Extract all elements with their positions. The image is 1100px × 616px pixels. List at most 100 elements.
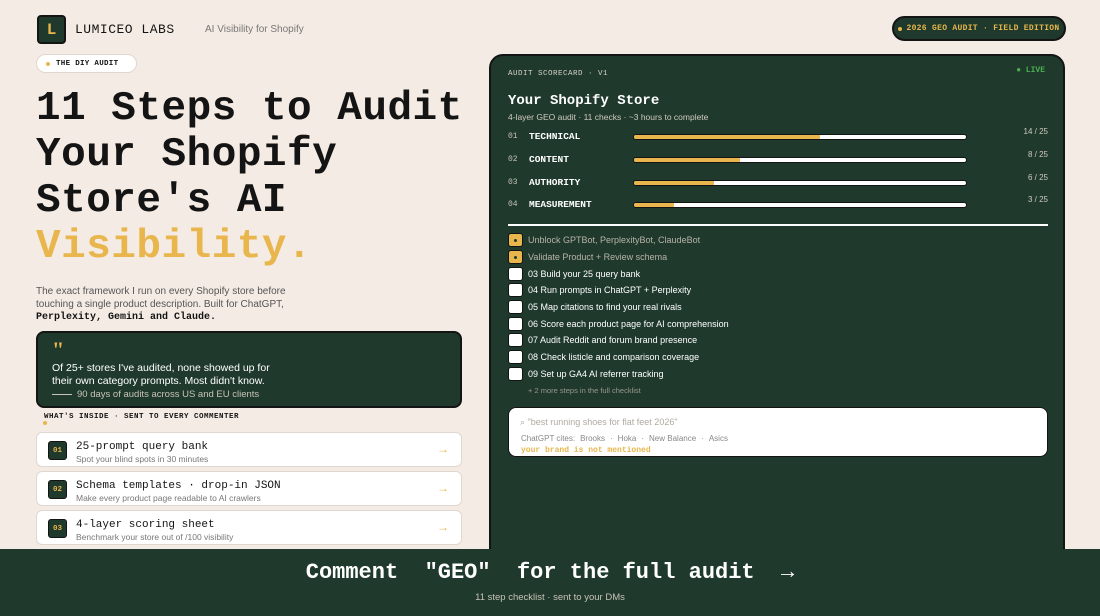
inside-label-text: WHAT'S INSIDE · SENT TO EVERY COMMENTER: [44, 413, 240, 421]
intro-text: The exact framework I run on every Shopi…: [36, 285, 326, 324]
scorecard-subtitle: 4-layer GEO audit · 11 checks · ~3 hours…: [508, 112, 709, 122]
layer-progress-fill: [634, 158, 741, 162]
inside-item-query-bank[interactable]: 01 25-prompt query bank Spot your blind …: [36, 432, 462, 467]
headline: 11 Steps to Audit Your Shopify Store's A…: [36, 86, 463, 270]
layer-score: 14 / 25: [1023, 127, 1048, 136]
layer-number: 01: [508, 132, 518, 141]
checkbox-checked[interactable]: [508, 250, 523, 265]
layer-progress-bar: [633, 157, 967, 163]
arrow-right-icon: →: [437, 442, 449, 456]
layer-progress-fill: [634, 203, 674, 207]
checklist-item-text: 03 Build your 25 query bank: [528, 268, 641, 279]
cited-brand: Asics: [708, 434, 728, 443]
arrow-right-icon: →: [437, 481, 449, 495]
checkbox[interactable]: [508, 333, 523, 348]
checklist-item[interactable]: Unblock GPTBot, PerplexityBot, ClaudeBot: [508, 232, 908, 249]
checklist-item[interactable]: 04 Run prompts in ChatGPT + Perplexity: [508, 282, 908, 299]
checkbox[interactable]: [508, 350, 523, 365]
item-title: Schema templates · drop-in JSON: [76, 480, 281, 492]
item-subtitle: Make every product page readable to AI c…: [76, 493, 261, 503]
checklist-item[interactable]: 06 Score each product page for AI compre…: [508, 315, 908, 332]
checklist-item-text: Unblock GPTBot, PerplexityBot, ClaudeBot: [528, 235, 701, 246]
inside-item-schema-templates[interactable]: 02 Schema templates · drop-in JSON Make …: [36, 471, 462, 506]
diy-audit-pill: THE DIY AUDIT: [36, 54, 137, 73]
whats-inside-label: WHAT'S INSIDE · SENT TO EVERY COMMENTER: [44, 413, 239, 421]
checkbox[interactable]: [508, 366, 523, 381]
checklist-item-text: 06 Score each product page for AI compre…: [528, 318, 729, 329]
cta-footer: Comment "GEO" for the full audit → 11 st…: [0, 549, 1100, 616]
separator: ·: [610, 434, 613, 443]
headline-line-3: Store's AI: [36, 178, 288, 224]
layer-technical: 01 TECHNICAL 14 / 25: [508, 127, 1048, 144]
arrow-right-icon: →: [437, 520, 449, 534]
inside-item-scoring-sheet[interactable]: 03 4-layer scoring sheet Benchmark your …: [36, 510, 462, 545]
inside-dot-icon: [43, 421, 47, 425]
intro-strong: Perplexity, Gemini and Claude.: [36, 312, 217, 323]
cta-subtext: 11 step checklist · sent to your DMs: [475, 592, 625, 603]
layer-name: MEASUREMENT: [529, 199, 592, 210]
logo-mark: L: [37, 15, 66, 44]
item-number: 03: [48, 519, 67, 538]
scorecard-title: Your Shopify Store: [508, 93, 660, 109]
item-title: 4-layer scoring sheet: [76, 519, 215, 531]
scorecard-label: AUDIT SCORECARD · V1: [508, 70, 609, 78]
layer-number: 03: [508, 178, 518, 187]
checklist-item[interactable]: 07 Audit Reddit and forum brand presence: [508, 332, 908, 349]
checklist: Unblock GPTBot, PerplexityBot, ClaudeBot…: [508, 232, 908, 395]
edition-badge: 2026 GEO AUDIT · FIELD EDITION: [892, 16, 1066, 41]
brand-missing-warning: your brand is not mentioned: [521, 446, 651, 455]
layer-name: AUTHORITY: [529, 177, 581, 188]
layer-authority: 03 AUTHORITY 6 / 25: [508, 173, 1048, 190]
checklist-item[interactable]: 08 Check listicle and comparison coverag…: [508, 349, 908, 366]
checkbox[interactable]: [508, 266, 523, 281]
item-number: 02: [48, 480, 67, 499]
layer-score: 8 / 25: [1027, 150, 1048, 159]
checklist-item[interactable]: 05 Map citations to find your real rival…: [508, 299, 908, 316]
layer-progress-fill: [634, 181, 714, 185]
checklist-item-text: Validate Product + Review schema: [528, 252, 668, 263]
item-number: 01: [48, 441, 67, 460]
more-steps-link[interactable]: + 2 more steps in the full checklist: [508, 386, 908, 395]
cited-brand: Hoka: [617, 434, 637, 443]
checkbox[interactable]: [508, 300, 523, 315]
checklist-item-text: 04 Run prompts in ChatGPT + Perplexity: [528, 285, 692, 296]
cta-text[interactable]: Comment "GEO" for the full audit →: [0, 560, 1100, 585]
tagline: AI Visibility for Shopify: [205, 24, 304, 35]
checkbox[interactable]: [508, 316, 523, 331]
headline-accent: Visibility.: [36, 224, 313, 270]
checklist-item[interactable]: 09 Set up GA4 AI referrer tracking: [508, 366, 908, 383]
checklist-item-text: 07 Audit Reddit and forum brand presence: [528, 335, 698, 346]
quote-card: " Of 25+ stores I've audited, none showe…: [36, 331, 462, 408]
headline-line-1: 11 Steps to Audit: [36, 86, 463, 132]
item-subtitle: Benchmark your store out of /100 visibil…: [76, 532, 234, 542]
layer-number: 02: [508, 155, 518, 164]
layer-name: TECHNICAL: [529, 131, 581, 142]
layer-content: 02 CONTENT 8 / 25: [508, 150, 1048, 167]
checklist-item-text: 08 Check listicle and comparison coverag…: [528, 352, 700, 363]
checklist-item[interactable]: 03 Build your 25 query bank: [508, 265, 908, 282]
layer-measurement: 04 MEASUREMENT 3 / 25: [508, 195, 1048, 212]
cited-brand: Brooks: [580, 434, 605, 443]
checklist-item-text: 05 Map citations to find your real rival…: [528, 302, 682, 313]
checkbox[interactable]: [508, 283, 523, 298]
quote-source-text: 90 days of audits across US and EU clien…: [77, 389, 260, 400]
brand-name: LUMICEO LABS: [75, 22, 175, 37]
prompt-result-box: ⌕ "best running shoes for flat feet 2026…: [508, 407, 1048, 457]
layer-progress-bar: [633, 202, 967, 208]
separator: ·: [701, 434, 704, 443]
layer-progress-bar: [633, 180, 967, 186]
live-indicator: ● LIVE: [1016, 66, 1045, 75]
layer-score: 6 / 25: [1027, 173, 1048, 182]
edition-badge-label: 2026 GEO AUDIT · FIELD EDITION: [906, 24, 1060, 33]
layer-progress-fill: [634, 135, 820, 139]
prompt-query: ⌕ "best running shoes for flat feet 2026…: [520, 417, 678, 427]
layer-number: 04: [508, 200, 518, 209]
scorecard-divider: [508, 224, 1048, 226]
badge-dot-icon: [898, 26, 903, 31]
item-title: 25-prompt query bank: [76, 441, 209, 453]
checkbox-checked[interactable]: [508, 233, 523, 248]
intro-body: The exact framework I run on every Shopi…: [36, 286, 286, 310]
headline-line-2: Your Shopify: [36, 132, 338, 178]
separator: ·: [641, 434, 645, 443]
checklist-item[interactable]: Validate Product + Review schema: [508, 249, 908, 266]
